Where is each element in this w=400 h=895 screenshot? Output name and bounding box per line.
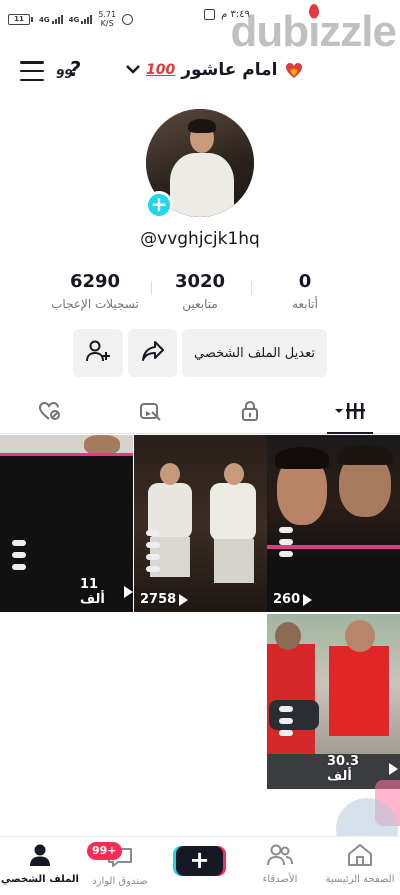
add-user-icon	[85, 339, 111, 367]
tab-videos[interactable]	[330, 398, 370, 428]
menu-icon[interactable]	[20, 61, 44, 81]
share-icon	[141, 340, 165, 366]
heart-hidden-icon	[38, 400, 62, 426]
hundred-emoji: 100	[146, 62, 176, 78]
play-icon	[303, 593, 314, 606]
edit-profile-button[interactable]: تعديل الملف الشخصي	[182, 329, 327, 377]
network-speed-value: 5.71	[98, 10, 117, 19]
video-views: 11 ألف	[80, 577, 133, 607]
tab-private[interactable]	[230, 398, 270, 428]
network-speed-unit: K/S	[100, 19, 114, 28]
username: امام عاشور	[181, 60, 278, 80]
stat-value: 3020	[174, 271, 226, 292]
nav-home[interactable]: الصفحة الرئيسية	[320, 843, 400, 885]
active-tab-indicator	[327, 432, 373, 434]
stat-following[interactable]: 0 أتابعه	[245, 271, 365, 311]
tab-liked[interactable]	[30, 398, 70, 428]
grid-icon	[333, 400, 367, 426]
view-count: 11 ألف	[80, 577, 105, 607]
nav-profile-label: الملف الشخصي	[1, 874, 79, 885]
profile-icon	[28, 844, 52, 871]
video-thumbnail[interactable]: 260	[267, 435, 400, 612]
alarm-icon	[122, 13, 134, 25]
profile-header: 99 ? 100 امام عاشور	[0, 52, 400, 92]
signal-icon: 4G	[39, 14, 63, 24]
qna-icon[interactable]: 99 ?	[56, 57, 88, 87]
nav-home-label: الصفحة الرئيسية	[325, 874, 395, 885]
battery-level: 11	[8, 13, 30, 25]
status-indicators: 11 4G 4G 5.71 K/S	[8, 10, 134, 28]
view-count: 2758	[140, 592, 177, 607]
video-views: 260	[273, 592, 314, 607]
inbox-badge: 99+	[87, 842, 122, 860]
stat-label: تسجيلات الإعجاب	[51, 297, 139, 311]
dubizzle-watermark: dubizzle	[230, 4, 397, 56]
add-friends-button[interactable]	[73, 329, 123, 377]
view-count: 30.3 ألف	[327, 754, 360, 784]
repost-hidden-icon	[138, 400, 162, 426]
home-icon	[346, 844, 374, 871]
play-icon	[123, 586, 133, 598]
account-switcher[interactable]: 100 امام عاشور	[126, 60, 304, 80]
bottom-navigation: الصفحة الرئيسية الأصدقاء + صندوق الوارد …	[0, 836, 400, 895]
video-notification-icon	[204, 9, 216, 20]
nav-profile[interactable]: الملف الشخصي	[0, 843, 80, 885]
network-speed: 5.71 K/S	[98, 10, 116, 28]
create-button[interactable]: +	[176, 846, 223, 876]
signal-label: 4G	[39, 15, 50, 24]
profile-stats: 0 أتابعه 3020 متابعين 6290 تسجيلات الإعج…	[0, 271, 400, 317]
signal-icon: 4G	[68, 14, 93, 24]
video-thumbnail[interactable]: 11 ألف	[0, 435, 133, 612]
tab-reposts[interactable]	[130, 398, 170, 428]
play-icon	[179, 593, 190, 606]
qna-symbol: ?	[69, 58, 81, 81]
nav-inbox-label: صندوق الوارد	[92, 876, 148, 887]
flaming-heart-icon	[284, 60, 304, 80]
share-profile-button[interactable]	[128, 329, 177, 377]
video-thumbnail[interactable]: 30.3 ألف	[267, 614, 400, 789]
chevron-down-icon	[126, 63, 140, 78]
nav-friends[interactable]: الأصدقاء	[240, 843, 320, 885]
friends-icon	[266, 844, 294, 871]
add-story-plus-icon[interactable]: +	[145, 191, 173, 219]
profile-tabs	[0, 392, 400, 434]
view-count: 260	[273, 592, 301, 607]
stat-value: 0	[298, 271, 312, 292]
stat-label: أتابعه	[292, 297, 318, 311]
stat-likes[interactable]: 6290 تسجيلات الإعجاب	[35, 271, 155, 311]
stat-value: 6290	[69, 271, 121, 292]
profile-handle: @vvghjcjk1hq	[140, 229, 260, 249]
stat-label: متابعين	[182, 297, 218, 311]
battery-icon: 11	[8, 13, 33, 25]
video-thumbnail[interactable]: 2758	[134, 435, 267, 612]
nav-friends-label: الأصدقاء	[262, 874, 298, 885]
play-icon	[389, 763, 400, 775]
profile-actions: تعديل الملف الشخصي	[0, 329, 400, 377]
signal-label: 4G	[68, 15, 80, 24]
lock-icon	[240, 400, 260, 426]
video-views: 2758	[140, 592, 190, 607]
stat-followers[interactable]: 3020 متابعين	[140, 271, 260, 311]
